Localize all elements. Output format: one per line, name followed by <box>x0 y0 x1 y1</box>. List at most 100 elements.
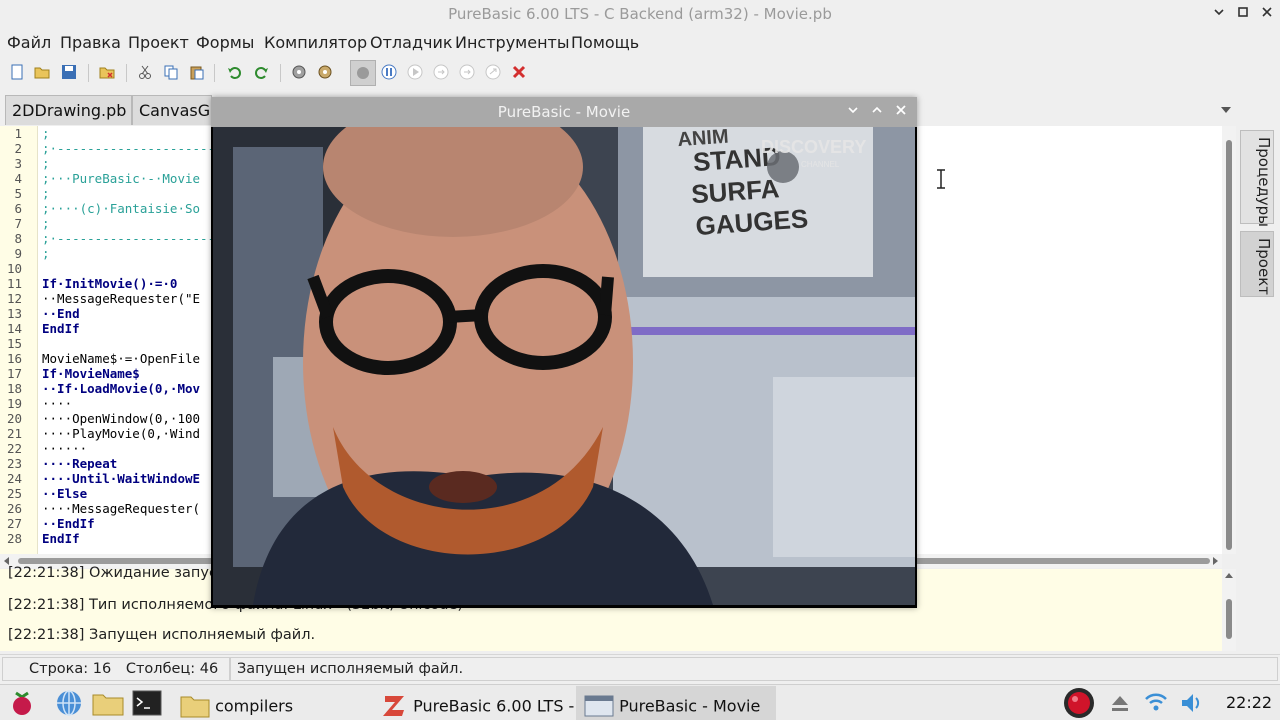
tab-2ddrawing[interactable]: 2DDrawing.pb✕ <box>5 95 132 125</box>
step-icon[interactable] <box>432 64 450 82</box>
taskbar-item-movie[interactable]: PureBasic - Movie <box>576 686 776 720</box>
line-number: 2 <box>14 141 22 156</box>
code-line: ····Until·WaitWindowE <box>42 471 201 486</box>
line-number: 23 <box>6 456 22 471</box>
close-icon[interactable] <box>1258 5 1276 23</box>
close-file-icon[interactable] <box>98 64 116 82</box>
code-line: ; <box>42 186 50 201</box>
maximize-icon[interactable] <box>1234 5 1252 23</box>
movie-minimize-icon[interactable] <box>845 103 861 121</box>
line-number: 28 <box>6 531 22 546</box>
recording-indicator-icon[interactable] <box>1062 687 1098 718</box>
taskbar-label: compilers <box>215 696 294 716</box>
line-number: 22 <box>6 441 22 456</box>
code-line: ····MessageRequester( <box>42 501 201 516</box>
scrollbar-thumb[interactable] <box>1226 140 1232 550</box>
movie-close-icon[interactable] <box>893 103 909 121</box>
eject-icon[interactable] <box>1110 689 1130 717</box>
file-manager-icon[interactable] <box>92 689 124 717</box>
toolbar-separator <box>214 64 215 82</box>
watermark-subtext: CHANNEL <box>801 160 840 169</box>
movie-window[interactable]: PureBasic - Movie ANIM STAND SURFA GAUGE… <box>211 97 917 608</box>
editor-vertical-scrollbar[interactable] <box>1222 126 1236 554</box>
video-frame: ANIM STAND SURFA GAUGES DISCOVERY CHANNE… <box>213 127 915 605</box>
browser-icon[interactable] <box>54 689 84 717</box>
raspberry-menu-icon[interactable] <box>8 689 36 717</box>
debugger-toggle-icon[interactable] <box>350 60 376 86</box>
tab-project[interactable]: Проект <box>1240 231 1274 297</box>
menu-edit[interactable]: Правка <box>60 33 121 52</box>
code-line: EndIf <box>42 531 80 546</box>
pause-icon[interactable] <box>380 64 398 82</box>
compile-icon[interactable] <box>290 64 308 82</box>
scroll-up-icon[interactable] <box>1225 572 1233 580</box>
line-number: 7 <box>14 216 22 231</box>
wifi-icon[interactable] <box>1144 689 1168 717</box>
code-line: ; <box>42 126 50 141</box>
scroll-left-icon[interactable] <box>3 557 11 565</box>
code-line: ····PlayMovie(0,·Wind <box>42 426 201 441</box>
new-file-icon[interactable] <box>8 64 26 82</box>
movie-window-titlebar[interactable]: PureBasic - Movie <box>211 97 917 127</box>
code-line: ····OpenWindow(0,·100 <box>42 411 201 426</box>
copy-icon[interactable] <box>162 64 180 82</box>
line-number: 10 <box>6 261 22 276</box>
menu-help[interactable]: Помощь <box>571 33 639 52</box>
terminal-icon[interactable] <box>132 689 162 717</box>
side-panel: Процедуры Проект <box>1236 126 1280 554</box>
code-line: ··Else <box>42 486 88 501</box>
open-file-icon[interactable] <box>33 64 51 82</box>
code-line: ; <box>42 156 50 171</box>
menu-tools[interactable]: Инструменты <box>455 33 570 52</box>
menu-forms[interactable]: Формы <box>196 33 254 52</box>
tab-label: 2DDrawing.pb <box>12 101 127 120</box>
watermark-text: DISCOVERY <box>761 137 866 157</box>
toolbar <box>0 60 1280 88</box>
log-line: [22:21:38] Запущен исполняемый файл. <box>8 627 316 643</box>
line-number: 1 <box>14 126 22 141</box>
line-number: 9 <box>14 246 22 261</box>
code-line: MovieName$·=·OpenFile <box>42 351 201 366</box>
movie-maximize-icon[interactable] <box>869 103 885 121</box>
code-line: ··End <box>42 306 80 321</box>
line-number: 21 <box>6 426 22 441</box>
step-over-icon[interactable] <box>458 64 476 82</box>
log-scrollbar[interactable] <box>1222 569 1236 651</box>
line-number: 19 <box>6 396 22 411</box>
continue-icon[interactable] <box>406 64 424 82</box>
line-number: 15 <box>6 336 22 351</box>
code-line: ··EndIf <box>42 516 95 531</box>
purebasic-ide: PureBasic 6.00 LTS - C Backend (arm32) -… <box>0 0 1280 720</box>
window-titlebar[interactable]: PureBasic 6.00 LTS - C Backend (arm32) -… <box>0 0 1280 29</box>
folder-icon <box>180 696 210 718</box>
menu-compiler[interactable]: Компилятор <box>264 33 367 52</box>
scroll-right-icon[interactable] <box>1211 557 1219 565</box>
compiler-options-icon[interactable] <box>316 64 334 82</box>
taskbar-item-compilers[interactable]: compilers <box>172 686 301 720</box>
menu-debugger[interactable]: Отладчик <box>370 33 453 52</box>
line-number: 14 <box>6 321 22 336</box>
cut-icon[interactable] <box>136 64 154 82</box>
toolbar-separator <box>126 64 127 82</box>
minimize-icon[interactable] <box>1210 5 1228 23</box>
tab-procedures[interactable]: Процедуры <box>1240 130 1274 227</box>
taskbar: compilers PureBasic 6.00 LTS - ... PureB… <box>0 684 1280 720</box>
line-number: 12 <box>6 291 22 306</box>
paste-icon[interactable] <box>188 64 206 82</box>
line-number: 20 <box>6 411 22 426</box>
code-line: EndIf <box>42 321 80 336</box>
tab-canvasgadget[interactable]: CanvasGa <box>132 95 212 125</box>
kill-program-icon[interactable] <box>510 64 528 82</box>
redo-icon[interactable] <box>252 64 270 82</box>
menu-project[interactable]: Проект <box>128 33 189 52</box>
line-number: 6 <box>14 201 22 216</box>
scrollbar-thumb[interactable] <box>1226 599 1232 639</box>
step-out-icon[interactable] <box>484 64 502 82</box>
menu-file[interactable]: Файл <box>7 33 51 52</box>
line-number: 8 <box>14 231 22 246</box>
save-icon[interactable] <box>60 64 78 82</box>
volume-icon[interactable] <box>1180 689 1204 717</box>
tab-list-dropdown-icon[interactable] <box>1220 103 1232 117</box>
undo-icon[interactable] <box>226 64 244 82</box>
taskbar-item-purebasic-ide[interactable]: PureBasic 6.00 LTS - ... <box>374 686 603 720</box>
